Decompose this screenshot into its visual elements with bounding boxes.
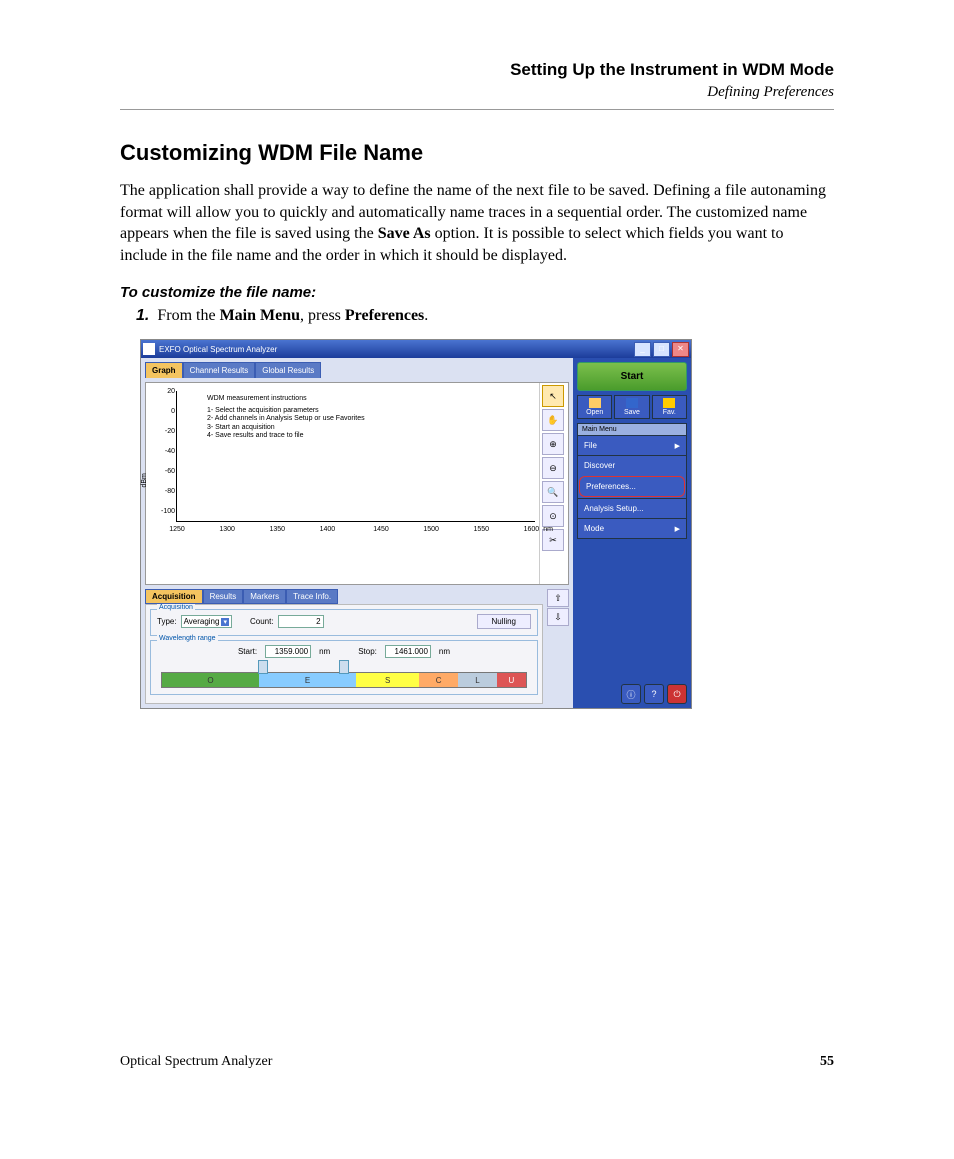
menu-preferences[interactable]: Preferences...	[579, 476, 685, 497]
star-icon	[663, 398, 675, 408]
tab-trace-info[interactable]: Trace Info.	[286, 589, 338, 604]
right-sidebar: Start Open Save Fav. Main Menu File▶ Dis…	[573, 358, 691, 708]
tab-channel-results[interactable]: Channel Results	[183, 362, 256, 378]
info-button[interactable]: ⓘ	[621, 684, 641, 704]
chevron-right-icon: ▶	[675, 442, 680, 450]
chevron-down-icon: ▾	[221, 618, 229, 626]
start-button[interactable]: Start	[577, 362, 687, 391]
slider-handle-stop[interactable]	[339, 660, 349, 674]
page-number: 55	[820, 1054, 834, 1070]
window-title: EXFO Optical Spectrum Analyzer	[159, 345, 634, 354]
range-slider[interactable]	[161, 664, 527, 670]
zoom-in-icon[interactable]: ⊕	[542, 433, 564, 455]
menu-mode[interactable]: Mode▶	[578, 518, 686, 538]
tab-graph[interactable]: Graph	[145, 362, 183, 378]
section-name: Defining Preferences	[120, 84, 834, 101]
power-button[interactable]: ⏻	[667, 684, 687, 704]
bottom-tabs: Acquisition Results Markers Trace Info.	[145, 589, 543, 604]
page-footer: Optical Spectrum Analyzer 55	[120, 1054, 834, 1070]
save-button[interactable]: Save	[614, 395, 649, 419]
footer-left: Optical Spectrum Analyzer	[120, 1054, 272, 1070]
scroll-up-button[interactable]: ⇧	[547, 589, 569, 607]
app-icon	[143, 343, 155, 355]
maximize-button[interactable]: □	[653, 342, 670, 357]
favorites-button[interactable]: Fav.	[652, 395, 687, 419]
slider-handle-start[interactable]	[258, 660, 268, 674]
nulling-button[interactable]: Nulling	[477, 614, 531, 629]
folder-open-icon	[589, 398, 601, 408]
stop-wavelength-input[interactable]: 1461.000	[385, 645, 431, 658]
tab-global-results[interactable]: Global Results	[255, 362, 321, 378]
result-tabs: Graph Channel Results Global Results	[145, 362, 321, 378]
y-axis-label: dBm	[141, 473, 148, 487]
menu-file[interactable]: File▶	[578, 435, 686, 455]
graph-panel: dBm 20 0 -20 -40 -60 -80 -100 1250 1300 …	[145, 382, 569, 585]
procedure-subheading: To customize the file name:	[120, 284, 834, 301]
tab-results[interactable]: Results	[203, 589, 244, 604]
instructions-overlay: WDM measurement instructions 1- Select t…	[207, 395, 365, 440]
app-screenshot: EXFO Optical Spectrum Analyzer _ □ ✕ Gra…	[140, 339, 692, 709]
open-button[interactable]: Open	[577, 395, 612, 419]
wavelength-bands: O E S C L U	[161, 672, 527, 688]
menu-analysis-setup[interactable]: Analysis Setup...	[578, 498, 686, 518]
chapter-title: Setting Up the Instrument in WDM Mode	[120, 60, 834, 80]
tab-markers[interactable]: Markers	[243, 589, 286, 604]
main-menu: Main Menu File▶ Discover Preferences... …	[577, 423, 687, 539]
menu-discover[interactable]: Discover	[578, 455, 686, 475]
graph-toolbar: ↖ ✋ ⊕ ⊖ 🔍 ⊙ ✂	[539, 383, 568, 584]
scroll-down-button[interactable]: ⇩	[547, 608, 569, 626]
zoom-reset-icon[interactable]: ⊙	[542, 505, 564, 527]
minimize-button[interactable]: _	[634, 342, 651, 357]
type-dropdown[interactable]: Averaging▾	[181, 615, 232, 628]
start-wavelength-input[interactable]: 1359.000	[265, 645, 311, 658]
pointer-tool-icon[interactable]: ↖	[542, 385, 564, 407]
header-rule	[120, 109, 834, 110]
plot-area: 20 0 -20 -40 -60 -80 -100 1250 1300 1350…	[176, 391, 535, 522]
pan-tool-icon[interactable]: ✋	[542, 409, 564, 431]
tab-acquisition[interactable]: Acquisition	[145, 589, 203, 604]
acquisition-panel: Acquisition Type: Averaging▾ Count: 2 Nu…	[145, 604, 543, 704]
titlebar: EXFO Optical Spectrum Analyzer _ □ ✕	[141, 340, 691, 358]
step-1: 1.From the Main Menu, press Preferences.	[136, 307, 834, 325]
zoom-out-icon[interactable]: ⊖	[542, 457, 564, 479]
close-button[interactable]: ✕	[672, 342, 689, 357]
zoom-fit-icon[interactable]: 🔍	[542, 481, 564, 503]
intro-paragraph: The application shall provide a way to d…	[120, 180, 834, 266]
help-button[interactable]: ?	[644, 684, 664, 704]
count-input[interactable]: 2	[278, 615, 324, 628]
chevron-right-icon: ▶	[675, 525, 680, 533]
section-heading: Customizing WDM File Name	[120, 140, 834, 166]
floppy-disk-icon	[626, 398, 638, 408]
